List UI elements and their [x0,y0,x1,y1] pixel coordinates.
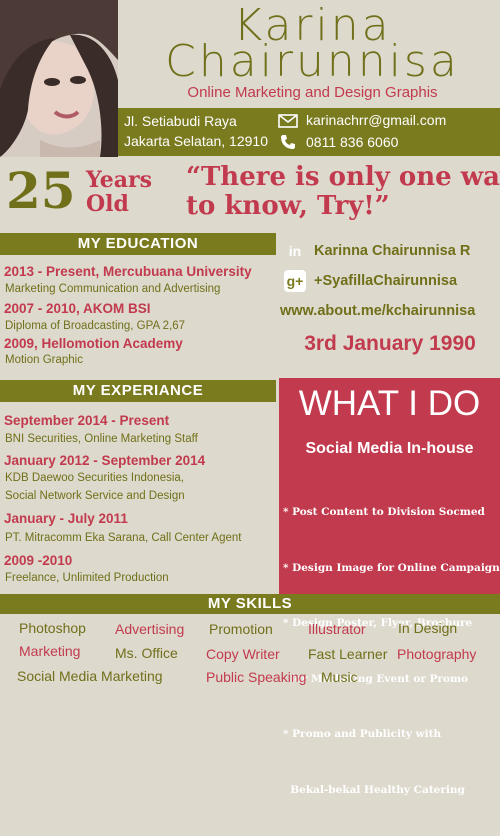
what-i-do-title: Social Media In-house [305,440,474,457]
google-plus-icon: g+ [284,270,306,292]
education-item-title: 2007 - 2010, AKOM BSI [4,301,151,316]
profile-photo [0,0,118,157]
education-item-detail: Diploma of Broadcasting, GPA 2,67 [5,320,186,332]
skill-item: Promotion [209,621,273,637]
what-i-do-item: * Design Image for Online Campaign [283,561,500,574]
motto-quote: “There is only one way to know, Try!” [186,162,500,222]
quote-line1: “There is only one way [186,162,500,192]
skill-item: Ms. Office [115,645,178,661]
quote-line2: to know, Try!” [186,191,390,222]
experience-detail: Freelance, Unlimited Production [5,572,169,584]
google-plus-entry[interactable]: g+ +SyafillaChairunnisa [284,270,457,292]
what-i-do-item: Bekal-bekal Healthy Catering [283,783,465,796]
google-plus-name: +SyafillaChairunnisa [314,272,458,289]
website-link[interactable]: www.about.me/kchairunnisa [280,303,475,319]
age-number: 25 [6,161,76,220]
experience-period: September 2014 - Present [4,413,170,428]
age-unit-line2: Old [86,191,129,218]
skill-item: Social Media Marketing [17,668,163,684]
linkedin-entry[interactable]: in Karinna Chairunnisa R [284,240,471,262]
experience-period: January - July 2011 [4,511,128,526]
skill-item: Illustrator [308,621,366,637]
education-item-title: 2013 - Present, Mercubuana University [4,264,252,279]
experience-detail: Social Network Service and Design [5,490,185,502]
envelope-icon [278,114,298,131]
contact-bar: Jl. Setiabudi Raya Jakarta Selatan, 1291… [118,108,500,156]
skill-item: Photography [397,646,477,662]
age-unit-line1: Years [86,167,153,193]
what-i-do-item: * Post Content to Division Socmed [283,506,485,518]
skills-heading: MY SKILLS [0,594,500,614]
phone-icon [280,134,296,153]
age-unit: Years Old [86,167,153,218]
linkedin-icon: in [288,243,302,259]
skill-item: Copy Writer [206,646,280,662]
skill-item: Public Speaking [206,669,307,685]
job-subtitle: Online Marketing and Design Graphis [187,84,438,101]
linkedin-name: Karinna Chairunnisa R [314,242,471,259]
skill-item: In Design [398,620,458,636]
experience-period: January 2012 - September 2014 [4,453,206,468]
what-i-do-heading: WHAT I DO [298,384,481,423]
experience-period: 2009 -2010 [4,553,73,568]
skill-item: Music [321,669,358,685]
address-line-2: Jakarta Selatan, 12910 [124,133,268,149]
education-item-title: 2009, Hellomotion Academy [4,336,183,351]
experience-detail: BNI Securities, Online Marketing Staff [5,433,198,445]
education-heading: MY EDUCATION [0,233,276,255]
experience-heading: MY EXPERIANCE [0,380,276,402]
name-last: Chairunnisa [165,36,460,87]
what-i-do-item: * Promo and Publicity with [283,728,442,740]
skill-item: Fast Learner [308,646,388,662]
education-item-detail: Marketing Communication and Advertising [5,283,221,295]
email-link[interactable]: karinachrr@gmail.com [306,112,446,128]
phone-number: 0811 836 6060 [306,134,399,150]
what-i-do-panel: WHAT I DO Social Media In-house * Post C… [279,378,500,796]
skill-item: Marketing [19,643,81,659]
skill-item: Advertising [115,621,185,637]
what-i-do-item: for Marketing Event or Promo [283,672,469,685]
date-of-birth: 3rd January 1990 [304,332,476,355]
education-item-detail: Motion Graphic [5,354,83,366]
skill-item: Photoshop [19,620,86,636]
experience-detail: KDB Daewoo Securities Indonesia, [5,472,184,484]
experience-detail: PT. Mitracomm Eka Sarana, Call Center Ag… [5,532,242,544]
address-line-1: Jl. Setiabudi Raya [124,113,237,129]
